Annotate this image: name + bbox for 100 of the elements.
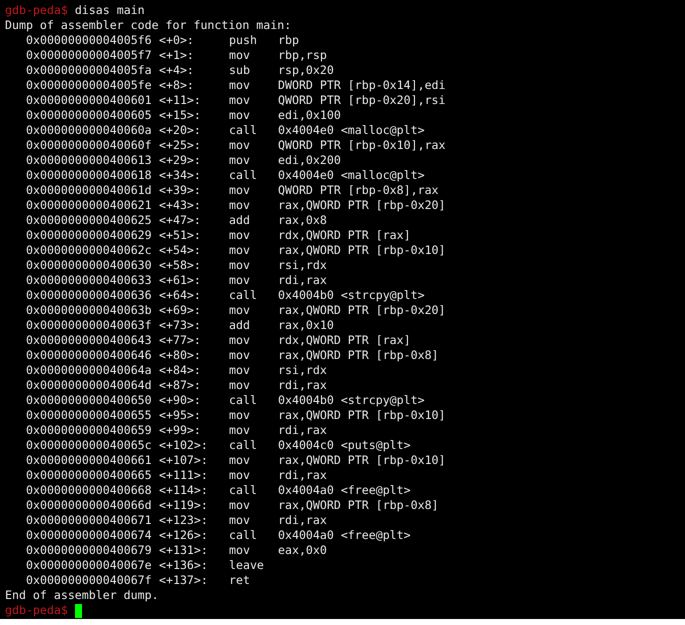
instruction-operands: QWORD PTR [rbp-0x8],rax — [278, 183, 439, 198]
instruction-address: 0x0000000000400621 — [26, 198, 153, 213]
instruction-offset: <+137>: — [159, 573, 209, 588]
instruction-address: 0x000000000040067e — [26, 558, 153, 573]
output-line: Dump of assembler code for function main: — [5, 18, 292, 33]
instruction-mnemonic: push — [229, 33, 258, 48]
instruction-offset: <+131>: — [159, 543, 209, 558]
instruction-offset: <+111>: — [159, 468, 209, 483]
instruction-operands: edi,0x100 — [278, 108, 341, 123]
instruction-operands: rax,QWORD PTR [rbp-0x8] — [278, 348, 439, 363]
instruction-address: 0x0000000000400636 — [26, 288, 153, 303]
instruction-operands: rax,QWORD PTR [rbp-0x20] — [278, 198, 446, 213]
instruction-address: 0x000000000040066d — [26, 498, 153, 513]
instruction-mnemonic: mov — [229, 303, 251, 318]
instruction-address: 0x0000000000400629 — [26, 228, 153, 243]
instruction-offset: <+102>: — [159, 438, 209, 453]
instruction-address: 0x00000000004005f6 — [26, 33, 153, 48]
instruction-operands: rsi,rdx — [278, 363, 327, 378]
instruction-address: 0x000000000040062c — [26, 243, 153, 258]
instruction-operands: 0x4004a0 <free@plt> — [278, 528, 411, 543]
instruction-address: 0x00000000004005f7 — [26, 48, 153, 63]
instruction-offset: <+114>: — [159, 483, 209, 498]
instruction-operands: rax,QWORD PTR [rbp-0x10] — [278, 453, 446, 468]
instruction-operands: rdi,rax — [278, 423, 327, 438]
instruction-operands: rdx,QWORD PTR [rax] — [278, 228, 411, 243]
instruction-offset: <+99>: — [159, 423, 202, 438]
instruction-address: 0x0000000000400625 — [26, 213, 153, 228]
instruction-address: 0x000000000040063f — [26, 318, 153, 333]
instruction-address: 0x0000000000400633 — [26, 273, 153, 288]
instruction-operands: rax,0x10 — [278, 318, 334, 333]
instruction-address: 0x000000000040064a — [26, 363, 153, 378]
instruction-operands: 0x4004b0 <strcpy@plt> — [278, 393, 425, 408]
instruction-offset: <+25>: — [159, 138, 202, 153]
instruction-operands: eax,0x0 — [278, 543, 327, 558]
instruction-offset: <+95>: — [159, 408, 202, 423]
instruction-mnemonic: ret — [229, 573, 251, 588]
instruction-operands: QWORD PTR [rbp-0x10],rax — [278, 138, 446, 153]
instruction-address: 0x0000000000400674 — [26, 528, 153, 543]
instruction-mnemonic: mov — [229, 93, 251, 108]
instruction-offset: <+8>: — [159, 78, 195, 93]
instruction-offset: <+43>: — [159, 198, 202, 213]
instruction-offset: <+80>: — [159, 348, 202, 363]
instruction-mnemonic: call — [229, 168, 258, 183]
instruction-operands: rsp,0x20 — [278, 63, 334, 78]
instruction-address: 0x0000000000400646 — [26, 348, 153, 363]
instruction-address: 0x00000000004005fa — [26, 63, 153, 78]
instruction-offset: <+47>: — [159, 213, 202, 228]
instruction-offset: <+84>: — [159, 363, 202, 378]
instruction-offset: <+58>: — [159, 258, 202, 273]
instruction-mnemonic: mov — [229, 183, 251, 198]
instruction-operands: rax,QWORD PTR [rbp-0x10] — [278, 408, 446, 423]
instruction-mnemonic: mov — [229, 228, 251, 243]
instruction-mnemonic: mov — [229, 378, 251, 393]
instruction-offset: <+77>: — [159, 333, 202, 348]
instruction-mnemonic: call — [229, 438, 258, 453]
instruction-offset: <+15>: — [159, 108, 202, 123]
instruction-address: 0x0000000000400618 — [26, 168, 153, 183]
instruction-address: 0x000000000040064d — [26, 378, 153, 393]
instruction-address: 0x0000000000400659 — [26, 423, 153, 438]
instruction-mnemonic: mov — [229, 153, 251, 168]
instruction-operands: DWORD PTR [rbp-0x14],edi — [278, 78, 446, 93]
instruction-mnemonic: mov — [229, 423, 251, 438]
instruction-mnemonic: mov — [229, 138, 251, 153]
instruction-address: 0x0000000000400643 — [26, 333, 153, 348]
instruction-address: 0x0000000000400650 — [26, 393, 153, 408]
instruction-operands: 0x4004c0 <puts@plt> — [278, 438, 411, 453]
instruction-offset: <+73>: — [159, 318, 202, 333]
instruction-address: 0x0000000000400671 — [26, 513, 153, 528]
instruction-offset: <+87>: — [159, 378, 202, 393]
instruction-address: 0x000000000040061d — [26, 183, 153, 198]
instruction-offset: <+11>: — [159, 93, 202, 108]
instruction-address: 0x000000000040060f — [26, 138, 153, 153]
instruction-mnemonic: mov — [229, 78, 251, 93]
instruction-offset: <+0>: — [159, 33, 195, 48]
instruction-offset: <+107>: — [159, 453, 209, 468]
instruction-operands: 0x4004e0 <malloc@plt> — [278, 123, 425, 138]
instruction-mnemonic: call — [229, 393, 258, 408]
instruction-mnemonic: mov — [229, 348, 251, 363]
instruction-mnemonic: mov — [229, 498, 251, 513]
output-line: End of assembler dump. — [5, 588, 159, 603]
instruction-offset: <+4>: — [159, 63, 195, 78]
instruction-operands: rax,QWORD PTR [rbp-0x10] — [278, 243, 446, 258]
instruction-offset: <+123>: — [159, 513, 209, 528]
instruction-operands: edi,0x200 — [278, 153, 341, 168]
instruction-offset: <+20>: — [159, 123, 202, 138]
shell-prompt: gdb-peda$ — [5, 603, 68, 618]
instruction-operands: rdx,QWORD PTR [rax] — [278, 333, 411, 348]
instruction-operands: rsi,rdx — [278, 258, 327, 273]
instruction-address: 0x000000000040067f — [26, 573, 153, 588]
instruction-mnemonic: mov — [229, 363, 251, 378]
instruction-offset: <+39>: — [159, 183, 202, 198]
instruction-address: 0x0000000000400668 — [26, 483, 153, 498]
instruction-mnemonic: mov — [229, 543, 251, 558]
instruction-mnemonic: add — [229, 318, 251, 333]
instruction-mnemonic: mov — [229, 273, 251, 288]
instruction-mnemonic: sub — [229, 63, 251, 78]
instruction-address: 0x00000000004005fe — [26, 78, 153, 93]
instruction-mnemonic: add — [229, 213, 251, 228]
instruction-offset: <+126>: — [159, 528, 209, 543]
instruction-address: 0x0000000000400655 — [26, 408, 153, 423]
